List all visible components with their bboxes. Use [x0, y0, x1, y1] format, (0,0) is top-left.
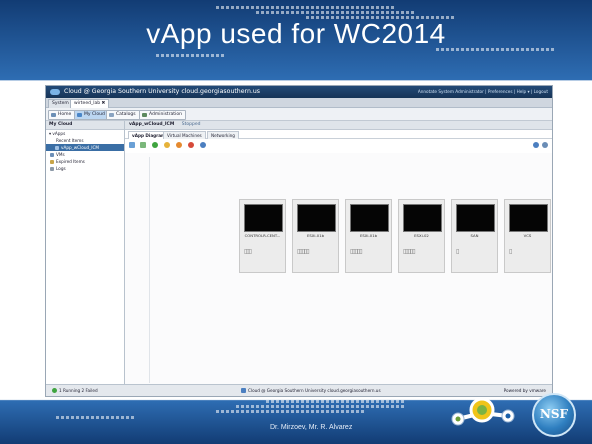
- tab-bar: System wirteed_lab ✖: [46, 98, 552, 108]
- vm-tile[interactable]: SAN ▯: [451, 199, 498, 273]
- vm-name: CONTROLR-CENT...: [244, 233, 281, 238]
- home-label: Home: [58, 112, 72, 117]
- tab-virtual-machines[interactable]: Virtual Machines: [163, 131, 206, 139]
- slide-footer-credit: Dr. Mirzoev, Mr. R. Alvarez: [270, 424, 353, 431]
- status-running-label: 1 Running 2 Failed: [59, 388, 98, 393]
- user-links[interactable]: Annotate System Administrator | Preferen…: [418, 86, 548, 98]
- canvas-divider: [149, 157, 150, 383]
- nav-item-label: Logs: [56, 166, 66, 171]
- vm-console-thumbnail[interactable]: [350, 204, 389, 232]
- home-icon: [51, 113, 56, 117]
- nav-item-recent-items[interactable]: Recent Items: [46, 137, 124, 144]
- vapp-name: vApp_wCloud_ICM: [129, 122, 175, 127]
- tab-networking[interactable]: Networking: [207, 131, 239, 139]
- vm-tile[interactable]: ESXi-01b ▯▯▯▯▯: [292, 199, 339, 273]
- vm-tile[interactable]: ESXi-02 ▯▯▯▯▯: [398, 199, 445, 273]
- vapp-header: vApp_wCloud_ICM Stopped: [125, 121, 552, 130]
- vapp-status: Stopped: [181, 122, 201, 127]
- vm-nic-icons: ▯▯▯▯▯: [350, 248, 362, 255]
- vm-nic-icons: ▯▯▯: [244, 248, 252, 255]
- vm-nic-icons: ▯: [456, 248, 459, 255]
- administration-label: Administration: [149, 112, 182, 117]
- catalog-icon: [109, 113, 114, 117]
- status-site-label: Cloud @ Georgia Southern University clou…: [248, 388, 381, 393]
- network-nodes-icon: [451, 397, 515, 426]
- vm-nic-icons: ▯▯▯▯▯: [297, 248, 309, 255]
- catalogs-label: Catalogs: [116, 112, 136, 117]
- power-off-icon[interactable]: [188, 142, 194, 148]
- status-site: Cloud @ Georgia Southern University clou…: [241, 385, 381, 396]
- nsf-logo: NSF: [532, 393, 576, 437]
- running-icon: [52, 388, 57, 393]
- tab-wirteed-lab[interactable]: wirteed_lab ✖: [70, 99, 110, 108]
- nav-item-logs[interactable]: Logs: [46, 165, 124, 172]
- vm-console-thumbnail[interactable]: [297, 204, 336, 232]
- decorative-dots-bottom: [36, 398, 416, 420]
- my-cloud-label: My Cloud: [84, 112, 105, 117]
- vm-nic-icons: ▯: [509, 248, 512, 255]
- nav-item-label: Recent Items: [56, 138, 84, 143]
- nav-item-label: ▾ vApps: [49, 131, 66, 136]
- vm-name: SAN: [470, 233, 479, 238]
- my-cloud-button[interactable]: My Cloud: [74, 110, 109, 120]
- vapp-tabs: vApp Diagram Virtual Machines Networking: [125, 130, 552, 139]
- refresh-icon[interactable]: [533, 142, 539, 148]
- nav-item-expired-items[interactable]: Expired Items: [46, 158, 124, 165]
- add-vm-icon[interactable]: [129, 142, 135, 148]
- console-icon[interactable]: [200, 142, 206, 148]
- vm-name: VCS: [523, 233, 532, 238]
- catalogs-button[interactable]: Catalogs: [106, 110, 140, 120]
- main-toolbar: Home My Cloud Catalogs Administration: [46, 108, 552, 121]
- vm-icon: [50, 152, 54, 157]
- app-title-bar: Cloud @ Georgia Southern University clou…: [46, 86, 552, 98]
- power-on-icon[interactable]: [152, 142, 158, 148]
- administration-button[interactable]: Administration: [139, 110, 186, 120]
- status-running[interactable]: 1 Running 2 Failed: [52, 385, 98, 396]
- vm-console-thumbnail[interactable]: [244, 204, 283, 232]
- vcloud-logo-icon: [50, 89, 60, 95]
- vm-tile[interactable]: CONTROLR-CENT... ▯▯▯: [239, 199, 286, 273]
- vm-nic-icons: ▯▯▯▯▯: [403, 248, 415, 255]
- vm-console-thumbnail[interactable]: [403, 204, 442, 232]
- vapp-action-toolbar: [125, 139, 552, 151]
- vapp-icon: [55, 145, 59, 150]
- slide-title: vApp used for WC2014: [146, 18, 446, 49]
- reset-icon[interactable]: [176, 142, 182, 148]
- nav-item-label: vApp_wCloud_ICM: [61, 145, 100, 150]
- vm-console-thumbnail[interactable]: [456, 204, 495, 232]
- vapp-diagram-canvas: CONTROLR-CENT... ▯▯▯ ESXi-01b ▯▯▯▯▯ ESXi-01b…: [125, 153, 552, 384]
- nav-item-label: Expired Items: [56, 159, 85, 164]
- expired-icon: [50, 159, 54, 164]
- suspend-icon[interactable]: [164, 142, 170, 148]
- logs-icon: [50, 166, 54, 171]
- nav-item-vapp-selected[interactable]: vApp_wCloud_ICM: [46, 144, 124, 151]
- vm-name: ESXi-01b: [359, 233, 378, 238]
- nav-item-vms[interactable]: VMs: [46, 151, 124, 158]
- app-title: Cloud @ Georgia Southern University clou…: [64, 88, 260, 95]
- vm-console-thumbnail[interactable]: [509, 204, 548, 232]
- add-network-icon[interactable]: [140, 142, 146, 148]
- vapp-detail-panel: vApp_wCloud_ICM Stopped vApp Diagram Vir…: [125, 121, 552, 384]
- nav-item-label: VMs: [56, 152, 65, 157]
- admin-icon: [142, 113, 147, 117]
- settings-icon[interactable]: [542, 142, 548, 148]
- nsf-logo-text: NSF: [539, 407, 569, 421]
- nav-item-vapps[interactable]: ▾ vApps: [46, 130, 124, 137]
- cloud-icon: [77, 113, 82, 117]
- vm-name: ESXi-01b: [306, 233, 325, 238]
- vm-tile[interactable]: ESXi-01b ▯▯▯▯▯: [345, 199, 392, 273]
- home-button[interactable]: Home: [48, 110, 76, 120]
- site-icon: [241, 388, 246, 393]
- vm-tile[interactable]: VCS ▯: [504, 199, 551, 273]
- left-panel-header: My Cloud: [46, 121, 124, 130]
- left-navigation-panel: My Cloud ▾ vApps Recent Items vApp_wClou…: [46, 121, 125, 384]
- vm-name: ESXi-02: [414, 233, 429, 238]
- browser-screenshot: Cloud @ Georgia Southern University clou…: [45, 85, 553, 397]
